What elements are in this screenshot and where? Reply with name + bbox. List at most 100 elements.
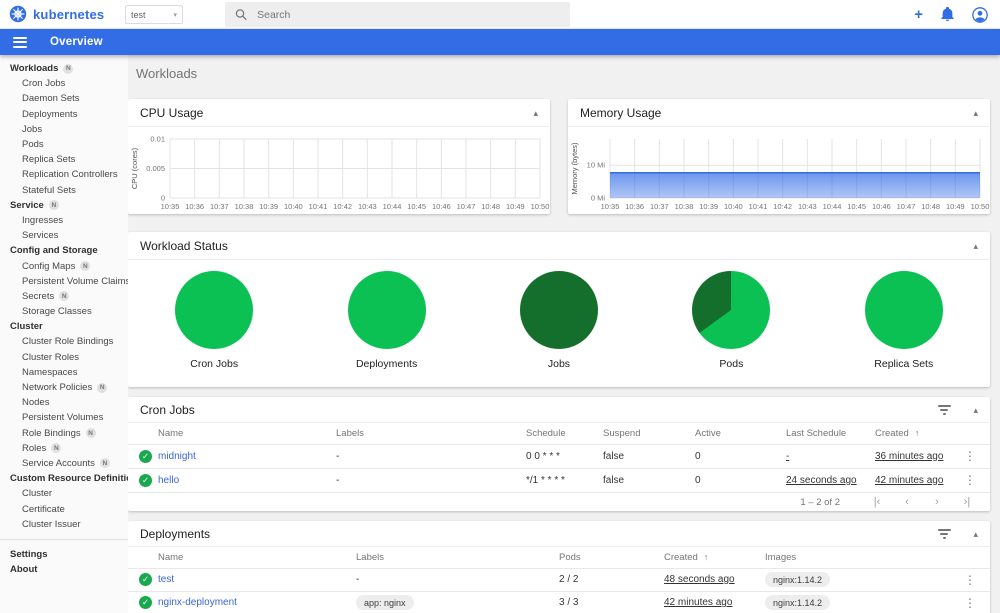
sidebar-item-cluster[interactable]: Cluster <box>0 486 128 501</box>
logo-text: kubernetes <box>33 6 105 22</box>
sidebar-item-ingresses[interactable]: Ingresses <box>0 213 128 228</box>
row-actions-kebab-icon[interactable]: ⋮ <box>960 596 980 610</box>
sidebar-item-stateful-sets[interactable]: Stateful Sets <box>0 183 128 198</box>
collapse-icon[interactable]: ▴ <box>973 529 978 539</box>
sidebar-item-settings[interactable]: Settings <box>0 547 128 562</box>
sidebar-item-role-bindings[interactable]: Role Bindings N <box>0 426 128 441</box>
column-header-suspend[interactable]: Suspend <box>603 423 695 444</box>
status-ok-icon: ✓ <box>139 449 152 463</box>
last-page-icon[interactable]: ›| <box>952 496 982 508</box>
sidebar-item-services[interactable]: Services <box>0 228 128 243</box>
column-header-schedule[interactable]: Schedule <box>526 423 603 444</box>
sidebar-item-secrets[interactable]: Secrets N <box>0 289 128 304</box>
svg-text:10:46: 10:46 <box>872 202 891 211</box>
deployment-name-link[interactable]: test <box>158 574 174 585</box>
sidebar-item-cluster-roles[interactable]: Cluster Roles <box>0 350 128 365</box>
notifications-bell-icon[interactable] <box>940 7 955 22</box>
sidebar-item-deployments[interactable]: Deployments <box>0 107 128 122</box>
row-actions-kebab-icon[interactable]: ⋮ <box>960 473 980 487</box>
filter-icon[interactable] <box>937 529 951 539</box>
sidebar-item-config-maps[interactable]: Config Maps N <box>0 258 128 273</box>
sidebar-item-custom-resource-definitions[interactable]: Custom Resource Definitions <box>0 471 128 486</box>
svg-text:10:47: 10:47 <box>457 202 476 211</box>
created-cell-link[interactable]: 36 minutes ago <box>875 451 943 462</box>
row-actions-kebab-icon[interactable]: ⋮ <box>960 449 980 463</box>
filter-icon[interactable] <box>937 405 951 415</box>
last-schedule-cell-link[interactable]: 24 seconds ago <box>786 475 857 486</box>
sidebar-item-storage-classes[interactable]: Storage Classes <box>0 304 128 319</box>
column-header-created[interactable]: Created ↑ <box>664 547 765 568</box>
status-cell: ✓ <box>128 567 158 591</box>
cronjob-name-link[interactable]: hello <box>158 475 179 486</box>
column-header-active[interactable]: Active <box>695 423 786 444</box>
sidebar-item-daemon-sets[interactable]: Daemon Sets <box>0 91 128 106</box>
sidebar-item-about[interactable]: About <box>0 562 128 577</box>
suspend-cell: false <box>603 467 695 492</box>
created-cell-link[interactable]: 48 seconds ago <box>664 574 735 585</box>
first-page-icon[interactable]: |‹ <box>862 496 892 508</box>
deployment-row[interactable]: ✓ test -2 / 2 48 seconds ago nginx:1.14.2 ⋮ <box>128 567 990 591</box>
next-page-icon[interactable]: › <box>922 496 952 508</box>
column-header-last-schedule[interactable]: Last Schedule <box>786 423 875 444</box>
namespace-selector[interactable]: test ▾ <box>125 5 183 24</box>
collapse-icon[interactable]: ▴ <box>973 241 978 251</box>
sort-ascending-icon: ↑ <box>914 427 920 438</box>
sidebar-item-jobs[interactable]: Jobs <box>0 122 128 137</box>
prev-page-icon[interactable]: ‹ <box>892 496 922 508</box>
svg-text:10:50: 10:50 <box>531 202 550 211</box>
column-header-labels[interactable]: Labels <box>336 423 526 444</box>
sidebar-item-certificate[interactable]: Certificate <box>0 501 128 516</box>
sidebar-item-nodes[interactable]: Nodes <box>0 395 128 410</box>
header-spacer <box>128 423 158 444</box>
create-resource-button[interactable]: + <box>914 7 923 22</box>
column-header-name[interactable]: Name <box>158 547 356 568</box>
created-cell-link[interactable]: 42 minutes ago <box>664 597 732 608</box>
sidebar-item-cluster[interactable]: Cluster <box>0 319 128 334</box>
sidebar-item-workloads[interactable]: Workloads N <box>0 61 128 76</box>
sidebar-item-roles[interactable]: Roles N <box>0 441 128 456</box>
sidebar-item-persistent-volume-claims[interactable]: Persistent Volume ClaimsN <box>0 274 128 289</box>
pie-chart-cron-jobs <box>175 271 254 349</box>
collapse-icon[interactable]: ▴ <box>973 108 978 118</box>
sidebar-item-service-accounts[interactable]: Service Accounts N <box>0 456 128 471</box>
deployment-name-link[interactable]: nginx-deployment <box>158 597 237 608</box>
namespace-value: test <box>131 9 146 20</box>
column-header-pods[interactable]: Pods <box>559 547 664 568</box>
sidebar-item-config-and-storage[interactable]: Config and Storage <box>0 243 128 258</box>
column-header-labels[interactable]: Labels <box>356 547 559 568</box>
collapse-icon[interactable]: ▴ <box>533 108 538 118</box>
collapse-icon[interactable]: ▴ <box>973 405 978 415</box>
row-actions-kebab-icon[interactable]: ⋮ <box>960 573 980 587</box>
sidebar-item-replica-sets[interactable]: Replica Sets <box>0 152 128 167</box>
svg-text:10:38: 10:38 <box>235 202 254 211</box>
column-header-images[interactable]: Images <box>765 547 960 568</box>
column-header-name[interactable]: Name <box>158 423 336 444</box>
menu-hamburger-icon[interactable] <box>13 34 27 50</box>
sidebar-item-network-policies[interactable]: Network Policies N <box>0 380 128 395</box>
cronjob-row[interactable]: ✓ hello - */1 * * * * false 0 24 seconds ago 42… <box>128 467 990 492</box>
kubernetes-logo[interactable]: kubernetes <box>9 5 104 23</box>
search-input[interactable] <box>257 8 560 21</box>
cronjob-name-link[interactable]: midnight <box>158 451 196 462</box>
sidebar-item-pods[interactable]: Pods <box>0 137 128 152</box>
page-nav-title: Overview <box>50 36 103 48</box>
sidebar-item-cluster-role-bindings[interactable]: Cluster Role Bindings <box>0 334 128 349</box>
svg-text:10:36: 10:36 <box>185 202 204 211</box>
images-cell: nginx:1.14.2 <box>765 590 960 613</box>
created-cell: 48 seconds ago <box>664 567 765 591</box>
labels-cell: app: nginx <box>356 590 559 613</box>
sidebar-item-persistent-volumes[interactable]: Persistent Volumes <box>0 410 128 425</box>
account-icon[interactable] <box>972 6 988 23</box>
workload-status-deployments: Deployments <box>347 271 426 370</box>
column-header-created[interactable]: Created ↑ <box>875 423 960 444</box>
sidebar-item-cron-jobs[interactable]: Cron Jobs <box>0 76 128 91</box>
sidebar-item-cluster-issuer[interactable]: Cluster Issuer <box>0 517 128 532</box>
created-cell-link[interactable]: 42 minutes ago <box>875 475 943 486</box>
sidebar-item-namespaces[interactable]: Namespaces <box>0 365 128 380</box>
deployment-row[interactable]: ✓ nginx-deployment app: nginx 3 / 3 42 minut… <box>128 590 990 613</box>
labels-cell: - <box>336 443 526 468</box>
sidebar-item-service[interactable]: Service N <box>0 198 128 213</box>
sidebar-item-replication-controllers[interactable]: Replication Controllers <box>0 167 128 182</box>
cronjob-row[interactable]: ✓ midnight -0 0 * * * false 0-36 minutes ago… <box>128 443 990 468</box>
last-schedule-cell-link[interactable]: - <box>786 451 789 462</box>
